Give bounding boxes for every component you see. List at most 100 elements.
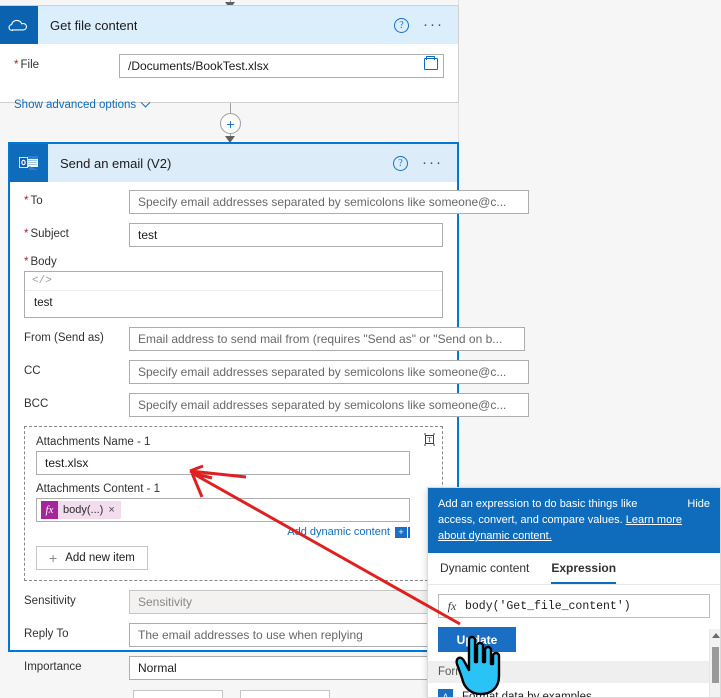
card-title: Get file content [50, 17, 138, 33]
field-label-bcc: BCC [24, 398, 49, 410]
field-control-from: Email address to send mail from (require… [129, 327, 526, 351]
required-asterisk-to: * [24, 195, 29, 207]
field-row-bcc: BCC Specify email addresses separated by… [24, 393, 530, 417]
outlook-icon [10, 144, 48, 182]
field-row-importance: Importance Normal [24, 656, 443, 680]
sensitivity-dropdown[interactable]: Sensitivity [129, 590, 443, 614]
card-header-actions-2: ? ··· [393, 155, 457, 171]
fx-icon: fx [41, 501, 58, 519]
expression-tabs: Dynamic content Expression [428, 553, 720, 585]
cursor-bar [408, 526, 410, 538]
field-control-subject: test [129, 223, 443, 247]
flyout-scrollbar[interactable] [709, 629, 720, 697]
add-new-item-label: Add new item [65, 552, 135, 564]
show-advanced-options-link[interactable]: Show advanced options [14, 97, 151, 111]
field-row-to: * To Specify email addresses separated by… [24, 190, 530, 214]
required-asterisk-body: * [24, 256, 29, 268]
scroll-up-arrow[interactable] [712, 633, 720, 638]
attachments-content-input[interactable]: fx body(...) × [36, 498, 410, 522]
expression-token-label: body(...) [63, 504, 104, 516]
more-options-icon-2[interactable]: ··· [422, 155, 443, 170]
onedrive-icon [0, 6, 38, 44]
bcc-input[interactable]: Specify email addresses separated by sem… [129, 393, 530, 417]
card-body-send-an-email: * To Specify email addresses separated by… [10, 182, 530, 698]
action-card-get-file-content[interactable]: Get file content ? ··· * File /Documents/… [0, 5, 459, 111]
body-rich-editor[interactable]: </> test [24, 271, 443, 318]
field-label-importance: Importance [24, 661, 82, 673]
required-asterisk: * [14, 59, 19, 71]
field-control-bcc: Specify email addresses separated by sem… [129, 393, 530, 417]
reply-to-input[interactable]: The email addresses to use when replying [129, 623, 443, 647]
chevron-down-icon [140, 97, 151, 108]
field-label-subject: * Subject [24, 228, 69, 240]
attachments-group: T Attachments Name - 1 test.xlsx Attachm… [24, 426, 443, 581]
close-icon[interactable]: × [108, 504, 114, 516]
add-step-label: + [226, 115, 235, 132]
field-row-from: From (Send as) Email address to send mai… [24, 327, 526, 351]
required-asterisk-subject: * [24, 228, 29, 240]
field-label-sensitivity: Sensitivity [24, 595, 76, 607]
add-dynamic-content-icon[interactable]: + [395, 526, 407, 538]
field-row-body: * Body </> test [24, 256, 443, 318]
from-input[interactable]: Email address to send mail from (require… [129, 327, 526, 351]
expression-input-row[interactable]: fx body('Get_file_content') [438, 594, 710, 618]
tab-dynamic-content[interactable]: Dynamic content [440, 561, 529, 584]
field-label-cc: CC [24, 365, 41, 377]
banner-text-2: convert, and compare values. [478, 514, 623, 526]
attachments-name-label: Attachments Name - 1 [36, 436, 151, 448]
bottom-button-right[interactable] [240, 690, 330, 698]
card-header-actions: ? ··· [394, 17, 458, 33]
attachments-content-label: Attachments Content - 1 [36, 483, 161, 495]
field-control-reply-to: The email addresses to use when replying [129, 623, 443, 647]
help-icon-2[interactable]: ? [393, 155, 408, 171]
card-header-get-file-content[interactable]: Get file content ? ··· [0, 6, 458, 44]
subject-input[interactable]: test [129, 223, 443, 247]
field-row-sensitivity: Sensitivity Sensitivity [24, 590, 443, 614]
field-control-to: Specify email addresses separated by sem… [129, 190, 530, 214]
field-label-file: * File [14, 59, 40, 71]
card-title-2: Send an email (V2) [60, 155, 172, 171]
add-new-item-button[interactable]: + Add new item [36, 546, 148, 570]
field-label-reply-to: Reply To [24, 628, 69, 640]
field-control-cc: Specify email addresses separated by sem… [129, 360, 530, 384]
attachments-name-input[interactable]: test.xlsx [36, 451, 410, 475]
field-row-file: * File /Documents/BookTest.xlsx [14, 54, 444, 78]
field-control-sensitivity: Sensitivity [129, 590, 443, 614]
svg-text:T: T [427, 436, 432, 444]
folder-icon[interactable] [424, 55, 438, 70]
add-step-icon[interactable]: + [220, 113, 241, 134]
cc-input[interactable]: Specify email addresses separated by sem… [129, 360, 530, 384]
field-control-file: /Documents/BookTest.xlsx [119, 54, 444, 78]
to-input[interactable]: Specify email addresses separated by sem… [129, 190, 530, 214]
delete-item-icon[interactable]: T [423, 433, 436, 446]
field-control-importance: Normal [129, 656, 443, 680]
card-body-get-file-content: * File /Documents/BookTest.xlsx Show adva… [0, 44, 458, 123]
importance-dropdown[interactable]: Normal [129, 656, 443, 680]
body-toolbar: </> [25, 272, 442, 291]
field-row-subject: * Subject test [24, 223, 443, 247]
fx-icon-expression: fx [447, 598, 457, 613]
file-input[interactable]: /Documents/BookTest.xlsx [119, 54, 444, 78]
expression-input[interactable]: body('Get_file_content') [465, 600, 631, 613]
add-dynamic-content-row: Add dynamic content + [36, 526, 410, 538]
field-row-cc: CC Specify email addresses separated by … [24, 360, 530, 384]
expression-banner: Hide Add an expression to do basic thing… [428, 488, 720, 553]
code-view-icon[interactable]: </> [32, 275, 52, 287]
field-label-body: * Body [24, 256, 57, 268]
cursor-hand-icon [455, 635, 501, 696]
power-automate-designer: Get file content ? ··· * File /Documents/… [0, 0, 721, 698]
hide-banner-link[interactable]: Hide [687, 496, 710, 512]
bottom-button-left[interactable] [133, 690, 223, 698]
field-label-from: From (Send as) [24, 332, 104, 344]
field-label-to: * To [24, 195, 43, 207]
scrollbar-thumb[interactable] [712, 647, 719, 683]
more-options-icon[interactable]: ··· [423, 17, 444, 32]
tab-expression[interactable]: Expression [551, 561, 617, 584]
help-icon[interactable]: ? [394, 17, 409, 33]
expression-token[interactable]: fx body(...) × [41, 501, 121, 519]
add-dynamic-content-link[interactable]: Add dynamic content [287, 526, 390, 538]
body-content[interactable]: test [25, 291, 442, 317]
field-row-reply-to: Reply To The email addresses to use when… [24, 623, 443, 647]
action-card-send-an-email[interactable]: Send an email (V2) ? ··· * To Specify ema… [8, 142, 530, 680]
card-header-send-an-email[interactable]: Send an email (V2) ? ··· [10, 144, 457, 182]
